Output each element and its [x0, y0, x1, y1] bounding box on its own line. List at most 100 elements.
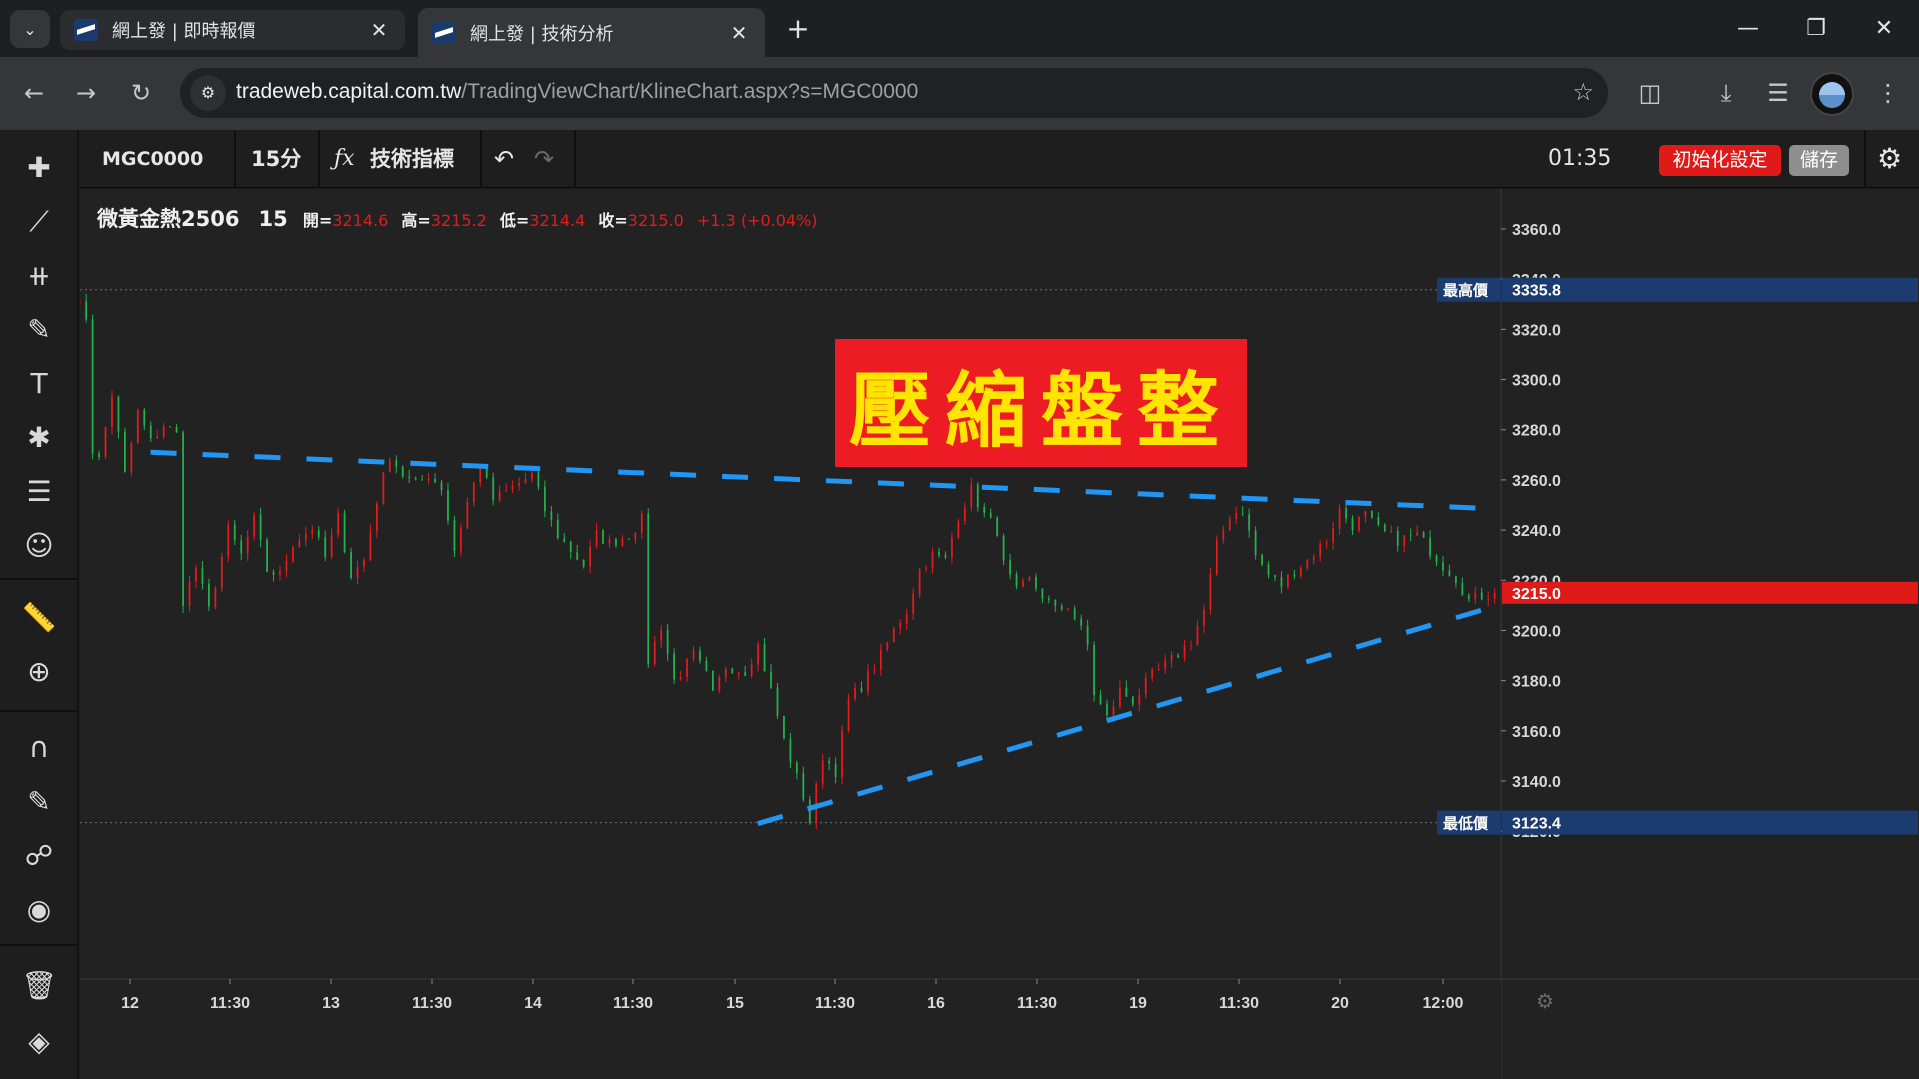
chevron-down-icon: ⌄: [23, 19, 37, 39]
close-icon[interactable]: ✕: [727, 21, 751, 45]
price-scale[interactable]: [1501, 189, 1919, 1079]
candle-body: [459, 528, 462, 552]
trash-icon[interactable]: 🗑: [17, 964, 61, 1008]
time-tick-label: 11:30: [412, 995, 452, 1012]
candle-body: [1125, 687, 1128, 697]
time-tick-label: 11:30: [210, 995, 250, 1012]
candle-body: [201, 568, 204, 584]
reload-button[interactable]: ↻: [123, 75, 159, 111]
lock-drawing-icon[interactable]: ✎: [17, 780, 61, 824]
candle-body: [621, 538, 624, 546]
candle-body: [905, 613, 908, 624]
fib-tool-icon[interactable]: ⧺: [17, 254, 61, 298]
trend-line-icon[interactable]: ⟋: [17, 200, 61, 244]
chart-area[interactable]: 3360.03340.03320.03300.03280.03260.03240…: [80, 189, 1919, 1079]
layers-icon[interactable]: ◈: [17, 1020, 61, 1064]
candle-body: [511, 485, 514, 490]
pattern-tool-icon[interactable]: ✱: [17, 416, 61, 460]
price-tick-label: 3280.0: [1512, 423, 1561, 440]
candle-body: [660, 629, 663, 642]
browser-tab-analysis[interactable]: 網上發 | 技術分析 ✕: [418, 8, 765, 57]
extensions-icon[interactable]: ◫: [1632, 75, 1668, 111]
candle-body: [724, 668, 727, 678]
candle-body: [143, 409, 146, 426]
window-close-button[interactable]: ✕: [1850, 0, 1918, 57]
candle-body: [1435, 555, 1438, 563]
legend-high-value: 3215.2: [430, 211, 487, 230]
zoom-in-icon[interactable]: ⊕: [17, 650, 61, 694]
candlestick-chart[interactable]: 3360.03340.03320.03300.03280.03260.03240…: [80, 189, 1919, 1079]
download-icon[interactable]: ⤓: [1708, 75, 1744, 111]
tab-search-button[interactable]: ⌄: [10, 10, 50, 48]
url-text[interactable]: tradeweb.capital.com.tw/TradingViewChart…: [236, 80, 918, 104]
candle-body: [615, 538, 617, 546]
redo-icon[interactable]: ↷: [534, 130, 554, 188]
candle-body: [1364, 510, 1367, 517]
emoji-icon[interactable]: ☺: [17, 524, 61, 568]
candle-body: [1035, 576, 1037, 589]
interval-selector[interactable]: 15分: [251, 130, 301, 188]
candle-body: [1196, 625, 1199, 646]
new-tab-button[interactable]: +: [780, 12, 816, 48]
reset-settings-button[interactable]: 初始化設定: [1659, 145, 1781, 176]
time-scale[interactable]: [80, 979, 1501, 1079]
candle-body: [550, 511, 553, 520]
toolbar-divider: [480, 130, 482, 188]
candle-body: [912, 593, 915, 614]
function-icon: ƒx: [334, 146, 355, 171]
candle-body: [1054, 599, 1057, 606]
candle-body: [1060, 605, 1063, 610]
chart-legend: 微黃金熱2506 15 開=3214.6 高=3215.2 低=3214.4 收…: [97, 203, 826, 233]
candle-body: [447, 490, 449, 521]
candle-body: [130, 442, 133, 472]
undo-icon[interactable]: ↶: [494, 130, 514, 188]
candle-body: [1319, 544, 1322, 558]
time-tick-label: 12: [121, 995, 139, 1012]
price-tick-label: 3300.0: [1512, 373, 1561, 390]
save-button[interactable]: 儲存: [1789, 145, 1849, 176]
candle-body: [169, 426, 172, 428]
price-tick-label: 3320.0: [1512, 322, 1561, 339]
restore-button[interactable]: ❐: [1782, 0, 1850, 57]
magnet-icon[interactable]: ∩: [17, 726, 61, 770]
close-icon[interactable]: ✕: [367, 18, 391, 42]
profile-avatar[interactable]: [1810, 72, 1854, 116]
candle-body: [208, 583, 210, 607]
candle-body: [1009, 560, 1011, 575]
candle-body: [466, 502, 469, 529]
gear-icon[interactable]: ⚙: [1877, 130, 1902, 188]
address-bar[interactable]: ⚙ tradeweb.capital.com.tw/TradingViewCha…: [180, 68, 1608, 118]
bookmark-star-icon[interactable]: ☆: [1572, 78, 1594, 106]
price-tick-label: 3260.0: [1512, 473, 1561, 490]
candle-body: [1177, 655, 1179, 658]
candle-body: [783, 715, 785, 739]
candle-body: [1144, 677, 1147, 695]
candle-body: [976, 484, 979, 508]
back-button[interactable]: ←: [16, 75, 52, 111]
candle-body: [440, 482, 443, 491]
symbol-search-button[interactable]: MGC0000: [102, 130, 203, 188]
candle-body: [1299, 567, 1302, 577]
candle-body: [233, 524, 236, 541]
crosshair-icon[interactable]: ✚: [17, 146, 61, 190]
browser-menu-icon[interactable]: ⋮: [1870, 75, 1906, 111]
toolbar-divider: [0, 710, 78, 712]
time-tick-label: 20: [1331, 995, 1349, 1012]
media-controls-icon[interactable]: ☰: [1760, 75, 1796, 111]
text-tool-icon[interactable]: T: [17, 362, 61, 406]
candle-body: [1099, 695, 1102, 705]
brush-icon[interactable]: ✎: [17, 308, 61, 352]
site-info-icon[interactable]: ⚙: [190, 75, 226, 111]
indicators-button[interactable]: 技術指標: [370, 130, 454, 188]
forecast-tool-icon[interactable]: ☰: [17, 470, 61, 514]
browser-tab-quotes[interactable]: 網上發 | 即時報價 ✕: [60, 10, 405, 50]
candle-body: [983, 507, 986, 513]
ruler-icon[interactable]: 📏: [17, 596, 61, 640]
forward-button[interactable]: →: [68, 75, 104, 111]
candle-body: [989, 512, 992, 518]
lock-icon[interactable]: ☍: [17, 834, 61, 878]
candle-body: [149, 425, 152, 439]
minimize-button[interactable]: —: [1714, 0, 1782, 57]
candle-body: [537, 472, 540, 487]
eye-icon[interactable]: ◉: [17, 888, 61, 932]
